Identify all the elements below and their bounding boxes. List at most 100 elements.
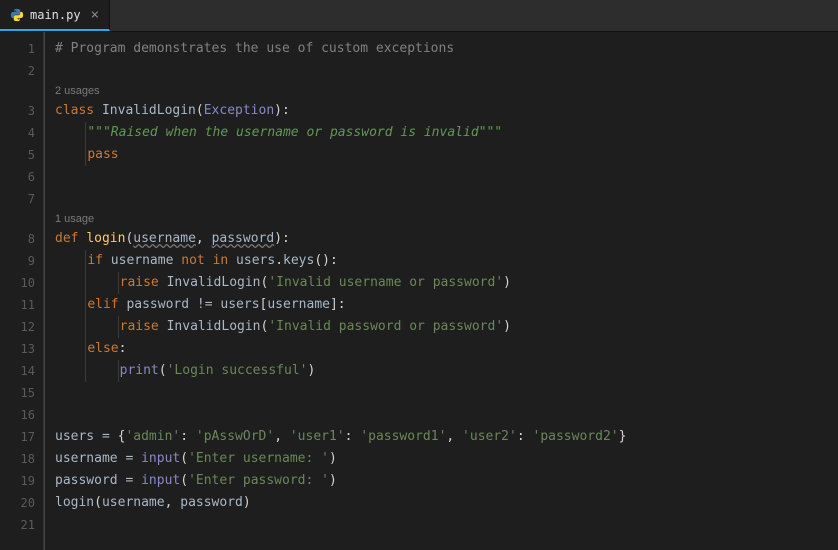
keyword-token: elif (87, 297, 118, 312)
code-line[interactable]: if username not in users.keys(): (45, 250, 838, 272)
line-number: 3 (0, 100, 43, 122)
colon-token: : (119, 341, 127, 356)
ident-token: users (55, 429, 94, 444)
usage-hint[interactable]: 2 usages (45, 82, 838, 100)
op-token: = (102, 429, 110, 444)
paren-token: ( (159, 363, 167, 378)
code-line[interactable]: def login(username, password): (45, 228, 838, 250)
code-line[interactable]: raise InvalidLogin('Invalid password or … (45, 316, 838, 338)
code-editor[interactable]: 1 2 3 4 5 6 7 8 9 10 11 12 13 14 15 16 1… (0, 32, 838, 550)
op-token: = (125, 451, 133, 466)
line-number: 10 (0, 272, 43, 294)
gutter-spacer (0, 82, 43, 100)
ident-token: password (55, 473, 118, 488)
code-line[interactable]: login(username, password) (45, 492, 838, 514)
line-number: 19 (0, 470, 43, 492)
code-line[interactable] (45, 166, 838, 188)
line-number: 15 (0, 382, 43, 404)
paren-token: ) (329, 473, 337, 488)
string-token: 'user2' (462, 429, 517, 444)
code-line[interactable]: else: (45, 338, 838, 360)
line-number: 11 (0, 294, 43, 316)
paren-token: ): (274, 103, 290, 118)
code-line[interactable]: username = input('Enter username: ') (45, 448, 838, 470)
paren-token: ) (503, 275, 511, 290)
colon-token: : (180, 429, 196, 444)
builtin-token: input (141, 451, 180, 466)
line-number: 18 (0, 448, 43, 470)
paren-token: ( (180, 451, 188, 466)
ident-token: username (55, 451, 118, 466)
keyword-token: raise (120, 319, 159, 334)
builtin-token: Exception (204, 103, 274, 118)
code-line[interactable]: class InvalidLogin(Exception): (45, 100, 838, 122)
python-file-icon (10, 8, 24, 22)
string-token: 'Enter username: ' (188, 451, 329, 466)
keyword-token: pass (87, 147, 118, 162)
tab-filename: main.py (30, 8, 81, 22)
usage-hint[interactable]: 1 usage (45, 210, 838, 228)
line-number: 2 (0, 60, 43, 82)
string-token: 'password1' (360, 429, 446, 444)
ident-token: users (220, 297, 259, 312)
string-token: 'password2' (533, 429, 619, 444)
code-line[interactable]: """Raised when the username or password … (45, 122, 838, 144)
line-number: 12 (0, 316, 43, 338)
string-token: 'admin' (125, 429, 180, 444)
string-token: 'Enter password: ' (188, 473, 329, 488)
builtin-token: print (120, 363, 159, 378)
paren-token: ) (503, 319, 511, 334)
line-number: 5 (0, 144, 43, 166)
string-token: 'Invalid password or password' (268, 319, 503, 334)
keyword-token: def (55, 231, 78, 246)
keyword-token: if (87, 253, 103, 268)
indent-guide (85, 360, 86, 382)
code-line[interactable] (45, 514, 838, 536)
code-line[interactable]: password = input('Enter password: ') (45, 470, 838, 492)
op-token: = (125, 473, 133, 488)
indent-guide (85, 316, 86, 338)
gutter-spacer (0, 210, 43, 228)
line-number: 14 (0, 360, 43, 382)
keyword-token: in (213, 253, 229, 268)
indent-guide (85, 122, 86, 144)
line-number: 6 (0, 166, 43, 188)
docstring-token: """Raised when the username or password … (87, 125, 502, 140)
code-line[interactable]: # Program demonstrates the use of custom… (45, 38, 838, 60)
indent-guide (118, 316, 119, 338)
paren-token: ) (307, 363, 315, 378)
comma-token: , (446, 429, 462, 444)
code-line[interactable]: print('Login successful') (45, 360, 838, 382)
code-line[interactable] (45, 188, 838, 210)
line-number: 13 (0, 338, 43, 360)
keyword-token: raise (120, 275, 159, 290)
paren-token: ) (329, 451, 337, 466)
brace-token: } (619, 429, 627, 444)
line-number: 21 (0, 514, 43, 536)
close-icon[interactable]: × (91, 7, 99, 23)
paren-token: ( (180, 473, 188, 488)
code-line[interactable]: users = {'admin': 'pAsswOrD', 'user1': '… (45, 426, 838, 448)
code-line[interactable] (45, 60, 838, 82)
string-token: 'Invalid username or password' (268, 275, 503, 290)
ident-token: password (180, 495, 243, 510)
indent-guide (85, 272, 86, 294)
line-number: 20 (0, 492, 43, 514)
builtin-token: input (141, 473, 180, 488)
line-number: 8 (0, 228, 43, 250)
code-area[interactable]: # Program demonstrates the use of custom… (44, 32, 838, 550)
param-token: username (133, 231, 196, 246)
keyword-token: else (87, 341, 118, 356)
dot-token: . (275, 253, 283, 268)
code-line[interactable]: pass (45, 144, 838, 166)
paren-token: ( (94, 495, 102, 510)
indent-guide (85, 338, 86, 360)
string-token: 'pAsswOrD' (196, 429, 274, 444)
code-line[interactable]: elif password != users[username]: (45, 294, 838, 316)
tab-main-py[interactable]: main.py × (0, 0, 110, 31)
ident-token: username (111, 253, 174, 268)
line-number: 16 (0, 404, 43, 426)
code-line[interactable]: raise InvalidLogin('Invalid username or … (45, 272, 838, 294)
code-line[interactable] (45, 382, 838, 404)
code-line[interactable] (45, 404, 838, 426)
